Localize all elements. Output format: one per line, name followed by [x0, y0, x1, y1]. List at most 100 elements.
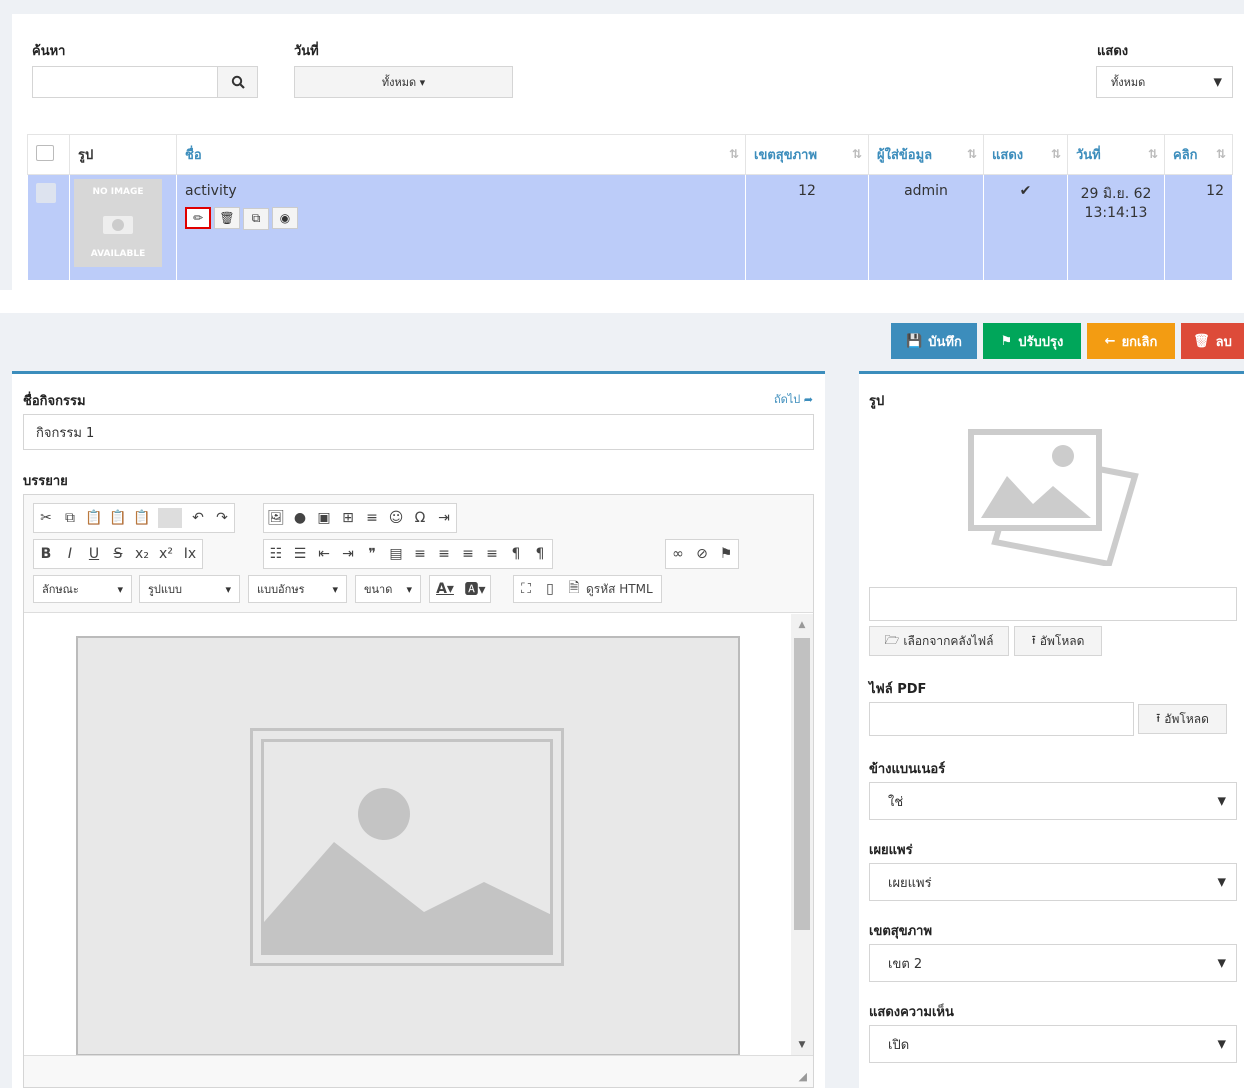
column-header-image: รูป	[69, 134, 177, 175]
numbered-list-icon[interactable]: ☷	[264, 546, 288, 562]
image-placeholder	[250, 728, 564, 966]
table-row[interactable]: NO IMAGE AVAILABLE activity ✏ 🗑 ⧉ ◉ 12 admi…	[27, 174, 1233, 281]
image-placeholder-icon	[968, 429, 1139, 566]
justify-icon[interactable]: ≡	[480, 546, 504, 562]
column-header-clicks[interactable]: คลิก ⇅	[1164, 134, 1233, 175]
maximize-icon[interactable]: ⛶	[514, 581, 538, 597]
column-header-show[interactable]: แสดง ⇅	[983, 134, 1068, 175]
row-checkbox[interactable]	[36, 183, 56, 203]
region-select[interactable]: เขต 2 ▼	[869, 944, 1237, 982]
scrollbar-thumb[interactable]	[794, 638, 810, 930]
bg-color-icon[interactable]: 🅰▾	[460, 579, 490, 599]
paste-text-icon[interactable]: 📋	[106, 510, 130, 526]
region-label: เขตสุขภาพ	[869, 924, 933, 939]
editor-content[interactable]: ▲ ▼	[24, 614, 813, 1056]
align-left-icon[interactable]: ≡	[408, 546, 432, 562]
italic-icon[interactable]: I	[58, 546, 82, 562]
undo-icon[interactable]: ↶	[186, 510, 210, 526]
image-icon[interactable]: 🖼	[264, 510, 288, 526]
ltr-icon[interactable]: ¶	[504, 546, 528, 562]
div-icon[interactable]: ▤	[384, 546, 408, 562]
special-char-icon[interactable]: Ω	[408, 510, 432, 526]
select-all-checkbox[interactable]	[36, 144, 54, 161]
column-header-date[interactable]: วันที่ ⇅	[1067, 134, 1165, 175]
column-header-region-label: เขตสุขภาพ	[754, 148, 818, 163]
blockquote-icon[interactable]: ❞	[360, 546, 384, 562]
row-date-line1: 29 มิ.ย. 62	[1080, 186, 1152, 202]
style-dropdown[interactable]: ลักษณะ ▾	[33, 575, 132, 603]
link-icon[interactable]: ∞	[666, 546, 690, 562]
remove-format-icon[interactable]: Ix	[178, 546, 202, 562]
format-dropdown[interactable]: รูปแบบ ▾	[139, 575, 240, 603]
image-path-input[interactable]	[869, 587, 1237, 621]
column-header-name[interactable]: ชื่อ ⇅	[176, 134, 746, 175]
copy-icon[interactable]: ⧉	[58, 510, 82, 526]
size-dropdown[interactable]: ขนาด ▾	[355, 575, 421, 603]
align-right-icon[interactable]: ≡	[456, 546, 480, 562]
content-card: ชื่อกิจกรรม ถัดไป ➦ กิจกรรม 1 บรรยาย ✂ ⧉ 📋…	[12, 371, 825, 1088]
comments-select[interactable]: เปิด ▼	[869, 1025, 1237, 1063]
cancel-button[interactable]: ← ยกเลิก	[1087, 323, 1175, 359]
edit-button[interactable]: ✏	[185, 207, 211, 229]
subscript-icon[interactable]: x₂	[130, 546, 154, 562]
outdent-icon[interactable]: ⇤	[312, 546, 336, 562]
redo-icon[interactable]: ↷	[210, 510, 234, 526]
save-button[interactable]: 💾 บันทึก	[891, 323, 977, 359]
publish-select[interactable]: เผยแพร่ ▼	[869, 863, 1237, 901]
align-center-icon[interactable]: ≡	[432, 546, 456, 562]
next-link[interactable]: ถัดไป ➦	[774, 390, 813, 408]
paste-icon[interactable]: 📋	[82, 510, 106, 526]
delete-row-button[interactable]: 🗑	[214, 207, 240, 229]
text-color-icon[interactable]: A▾	[430, 581, 460, 597]
copy-button[interactable]: ⧉	[243, 207, 269, 230]
indent-icon[interactable]: ⇥	[336, 546, 360, 562]
column-header-region[interactable]: เขตสุขภาพ ⇅	[745, 134, 869, 175]
rtl-icon[interactable]: ¶	[528, 546, 552, 562]
column-header-author[interactable]: ผู้ใส่ข้อมูล ⇅	[868, 134, 984, 175]
table-icon[interactable]: ⊞	[336, 510, 360, 526]
pdf-input[interactable]	[869, 702, 1134, 736]
bullet-list-icon[interactable]: ☰	[288, 546, 312, 562]
horizontal-line-icon[interactable]: ≡	[360, 510, 384, 526]
source-icon[interactable]: 🗎	[562, 577, 586, 601]
view-button[interactable]: ◉	[272, 207, 298, 229]
resize-handle-icon[interactable]: ◢	[799, 1070, 807, 1083]
show-select[interactable]: ทั้งหมด ▼	[1096, 66, 1233, 98]
scroll-down-icon[interactable]: ▼	[791, 1040, 813, 1050]
next-link-label: ถัดไป	[773, 393, 801, 406]
image-frame	[261, 739, 553, 955]
scroll-up-icon[interactable]: ▲	[791, 620, 813, 630]
flash-icon[interactable]: ●	[288, 510, 312, 526]
format-group: B I U Sx₂ x² Ix	[33, 539, 203, 569]
comments-label: แสดงความเห็น	[869, 1005, 954, 1020]
image-upload-button[interactable]: ⭱ อัพโหลด	[1014, 626, 1102, 656]
search-button[interactable]	[217, 66, 258, 98]
upload-icon: ⭱	[1031, 632, 1036, 647]
update-button[interactable]: ⚑ ปรับปรุง	[983, 323, 1081, 359]
unlink-icon[interactable]: ⊘	[690, 546, 714, 562]
search-input[interactable]	[32, 66, 218, 98]
choose-from-library-button[interactable]: 🗁 เลือกจากคลังไฟล์	[869, 626, 1009, 656]
bold-icon[interactable]: B	[34, 546, 58, 562]
font-dropdown[interactable]: แบบอักษร ▾	[248, 575, 347, 603]
editor-scrollbar[interactable]: ▲ ▼	[791, 614, 813, 1056]
banner-select[interactable]: ใช่ ▼	[869, 782, 1237, 820]
activity-name-input[interactable]: กิจกรรม 1	[23, 414, 814, 450]
paste-word-icon[interactable]: 📋	[130, 510, 154, 526]
anchor-flag-icon[interactable]: ⚑	[714, 546, 738, 562]
sort-icon: ⇅	[966, 147, 977, 161]
superscript-icon[interactable]: x²	[154, 546, 178, 562]
color-group: A▾ 🅰▾	[429, 575, 491, 603]
date-filter-button[interactable]: ทั้งหมด ▾	[294, 66, 513, 98]
show-blocks-icon[interactable]: ▯	[538, 581, 562, 597]
youtube-icon[interactable]: ▣	[312, 510, 336, 526]
pdf-upload-button[interactable]: ⭱ อัพโหลด	[1138, 704, 1227, 734]
activity-name-value: กิจกรรม 1	[36, 425, 95, 441]
cut-icon[interactable]: ✂	[34, 510, 58, 526]
underline-icon[interactable]: U	[82, 546, 106, 562]
strikethrough-icon[interactable]: S	[106, 546, 130, 562]
source-button[interactable]: ดูรหัส HTML	[586, 580, 653, 599]
smiley-icon[interactable]: ☺	[384, 510, 408, 526]
page-break-icon[interactable]: ⇥	[432, 510, 456, 526]
delete-button[interactable]: 🗑 ลบ	[1181, 323, 1244, 359]
